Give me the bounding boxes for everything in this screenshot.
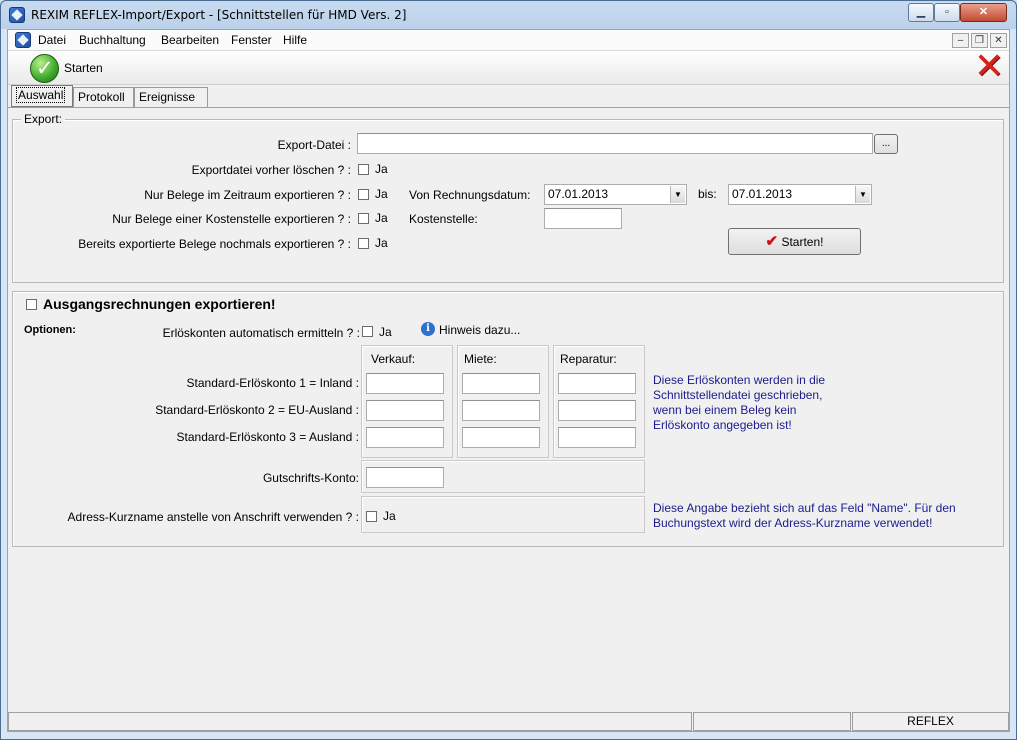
outgoing-title: Ausgangsrechnungen exportieren! (43, 296, 276, 312)
document-icon (15, 32, 31, 48)
to-date-value: 07.01.2013 (732, 187, 793, 201)
chevron-down-icon[interactable]: ▼ (855, 186, 870, 203)
auto-accounts-checkbox[interactable] (362, 326, 373, 337)
tab-protokoll[interactable]: Protokoll (73, 87, 134, 107)
account-1-repair-input[interactable] (558, 373, 636, 394)
cost-center-label: Kostenstelle: (409, 212, 478, 226)
status-cell-main (8, 712, 692, 731)
from-date-combo[interactable]: 07.01.2013 ▼ (544, 184, 687, 205)
client-area: Datei Buchhaltung Bearbeiten Fenster Hil… (7, 29, 1010, 732)
cost-center-ja: Ja (375, 211, 388, 225)
from-date-label: Von Rechnungsdatum: (409, 188, 531, 202)
toolbar: ✓ Starten ✕ (8, 46, 1009, 87)
credit-account-label: Gutschrifts-Konto: (262, 471, 359, 485)
app-icon (9, 7, 25, 23)
account-2-repair-input[interactable] (558, 400, 636, 421)
menu-bearbeiten[interactable]: Bearbeiten (161, 33, 219, 47)
credit-account-input[interactable] (366, 467, 444, 488)
account-3-sales-input[interactable] (366, 427, 444, 448)
period-label: Nur Belege im Zeitraum exportieren ? : (144, 188, 351, 202)
outgoing-checkbox[interactable] (26, 299, 37, 310)
start-export-button[interactable]: ✔ Starten! (728, 228, 861, 255)
to-date-combo[interactable]: 07.01.2013 ▼ (728, 184, 872, 205)
export-file-input[interactable] (357, 133, 873, 154)
tab-divider (8, 107, 1009, 108)
browse-button[interactable]: ... (874, 134, 898, 154)
status-cell-reflex: REFLEX (852, 712, 1009, 731)
close-button[interactable]: ✕ (960, 3, 1007, 22)
period-checkbox[interactable] (358, 189, 369, 200)
period-ja: Ja (375, 187, 388, 201)
window-title: REXIM REFLEX-Import/Export - [Schnittste… (31, 8, 407, 22)
short-name-label: Adress-Kurzname anstelle von Anschrift v… (67, 510, 359, 524)
red-check-icon: ✔ (765, 233, 779, 250)
status-cell-middle (693, 712, 851, 731)
cost-center-input[interactable] (544, 208, 622, 229)
menu-bar: Datei Buchhaltung Bearbeiten Fenster Hil… (8, 30, 1009, 51)
col-header-rent: Miete: (464, 352, 497, 366)
account-row-2-label: Standard-Erlöskonto 2 = EU-Ausland : (155, 403, 359, 417)
menu-fenster[interactable]: Fenster (231, 33, 272, 47)
cost-center-filter-label: Nur Belege einer Kostenstelle exportiere… (112, 212, 351, 226)
maximize-button[interactable]: ▫ (934, 3, 960, 22)
export-again-label: Bereits exportierte Belege nochmals expo… (78, 237, 351, 251)
from-date-value: 07.01.2013 (548, 187, 609, 201)
hint-link[interactable]: Hinweis dazu... (439, 323, 520, 337)
short-name-ja: Ja (383, 509, 396, 523)
export-again-ja: Ja (375, 236, 388, 250)
title-bar: REXIM REFLEX-Import/Export - [Schnittste… (1, 1, 1016, 29)
account-3-repair-input[interactable] (558, 427, 636, 448)
account-2-rent-input[interactable] (462, 400, 540, 421)
export-again-checkbox[interactable] (358, 238, 369, 249)
tab-auswahl[interactable]: Auswahl (11, 85, 73, 107)
delete-file-checkbox[interactable] (358, 164, 369, 175)
delete-file-label: Exportdatei vorher löschen ? : (191, 163, 351, 177)
minimize-button[interactable]: ▁ (908, 3, 934, 22)
delete-file-ja: Ja (375, 162, 388, 176)
options-label: Optionen: (24, 324, 76, 336)
to-date-label: bis: (698, 187, 717, 201)
account-row-3-label: Standard-Erlöskonto 3 = Ausland : (176, 430, 359, 444)
start-check-icon[interactable]: ✓ (30, 54, 59, 83)
account-2-sales-input[interactable] (366, 400, 444, 421)
chevron-down-icon[interactable]: ▼ (670, 186, 685, 203)
export-group-label: Export: (21, 112, 66, 126)
accounts-note: Diese Erlöskonten werden in die Schnitts… (653, 373, 826, 432)
menu-hilfe[interactable]: Hilfe (283, 33, 307, 47)
menu-datei[interactable]: Datei (38, 33, 66, 47)
menu-buchhaltung[interactable]: Buchhaltung (79, 33, 146, 47)
short-name-checkbox[interactable] (366, 511, 377, 522)
col-header-sales: Verkauf: (371, 352, 416, 366)
auto-accounts-label: Erlöskonten automatisch ermitteln ? : (162, 326, 360, 340)
short-name-note: Diese Angabe bezieht sich auf das Feld "… (653, 501, 956, 530)
account-1-sales-input[interactable] (366, 373, 444, 394)
account-1-rent-input[interactable] (462, 373, 540, 394)
start-label[interactable]: Starten (64, 61, 103, 75)
info-icon[interactable]: i (421, 322, 435, 336)
cost-center-checkbox[interactable] (358, 213, 369, 224)
account-row-1-label: Standard-Erlöskonto 1 = Inland : (186, 376, 359, 390)
account-3-rent-input[interactable] (462, 427, 540, 448)
export-file-label: Export-Datei : (277, 138, 351, 152)
mdi-minimize-button[interactable]: – (952, 33, 969, 48)
tab-ereignisse[interactable]: Ereignisse (134, 87, 208, 107)
short-name-box (361, 496, 645, 533)
col-header-repair: Reparatur: (560, 352, 617, 366)
exit-x-icon[interactable]: ✕ (972, 46, 1004, 87)
auto-accounts-ja: Ja (379, 325, 392, 339)
